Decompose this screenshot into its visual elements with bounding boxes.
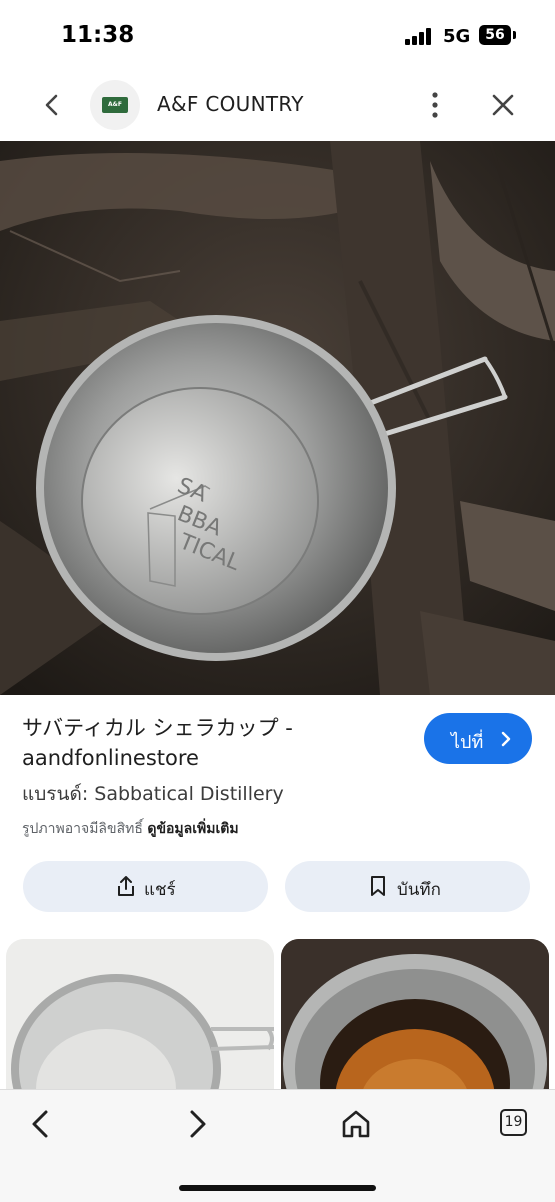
save-button[interactable]: บันทึก	[285, 861, 530, 912]
site-logo-text: A&F	[108, 101, 122, 108]
share-button-label: แชร์	[144, 880, 176, 900]
related-image-2[interactable]	[281, 939, 549, 1109]
product-title-line-1: サバティカル シェラカップ -	[22, 716, 293, 740]
close-button[interactable]	[488, 90, 518, 120]
home-icon	[342, 1110, 370, 1138]
home-button[interactable]	[336, 1104, 376, 1144]
status-time: 11:38	[61, 22, 135, 48]
browser-forward-button[interactable]	[178, 1104, 218, 1144]
bookmark-icon	[371, 876, 385, 896]
browser-back-button[interactable]	[20, 1104, 60, 1144]
product-title[interactable]: サバティカル シェラカップ - aandfonlinestore	[22, 713, 402, 773]
tabs-icon[interactable]: 19	[500, 1109, 527, 1136]
battery-tip	[513, 31, 516, 39]
network-type: 5G	[443, 26, 471, 47]
related-photo-2	[281, 939, 549, 1109]
status-bar: 11:38 5G 56	[0, 0, 555, 70]
site-name: A&F COUNTRY	[157, 92, 304, 116]
share-button[interactable]: แชร์	[23, 861, 268, 912]
close-icon	[492, 94, 514, 116]
related-image-1[interactable]	[6, 939, 274, 1109]
product-image[interactable]: SA BBA TICAL	[0, 141, 555, 695]
battery-level: 56	[485, 27, 505, 43]
more-info-link[interactable]: ดูข้อมูลเพิ่มเติม	[147, 821, 238, 837]
back-icon	[32, 1110, 48, 1138]
browser-toolbar: 19	[0, 1089, 555, 1202]
brand-label: แบรนด์: Sabbatical Distillery	[22, 783, 284, 805]
copyright-text: รูปภาพอาจมีลิขสิทธิ์	[22, 821, 143, 837]
share-icon	[118, 876, 134, 896]
lens-header: A&F A&F COUNTRY	[0, 72, 555, 138]
signal-icon	[405, 27, 435, 45]
chevron-left-icon	[45, 94, 58, 116]
forward-icon	[190, 1110, 206, 1138]
chevron-right-icon	[501, 731, 511, 747]
related-photo-1	[6, 939, 274, 1109]
home-indicator	[179, 1185, 376, 1191]
more-options-button[interactable]	[420, 88, 450, 122]
back-button[interactable]	[38, 90, 66, 120]
save-button-label: บันทึก	[397, 880, 441, 900]
product-photo: SA BBA TICAL	[0, 141, 555, 695]
product-title-line-2: aandfonlinestore	[22, 746, 199, 770]
battery-icon: 56	[479, 25, 511, 45]
site-logo: A&F	[90, 80, 140, 130]
copyright-notice: รูปภาพอาจมีลิขสิทธิ์ ดูข้อมูลเพิ่มเติม	[22, 818, 239, 840]
visit-button[interactable]: ไปที่	[424, 713, 532, 764]
more-vertical-icon	[432, 92, 438, 118]
visit-button-label: ไปที่	[451, 732, 484, 753]
